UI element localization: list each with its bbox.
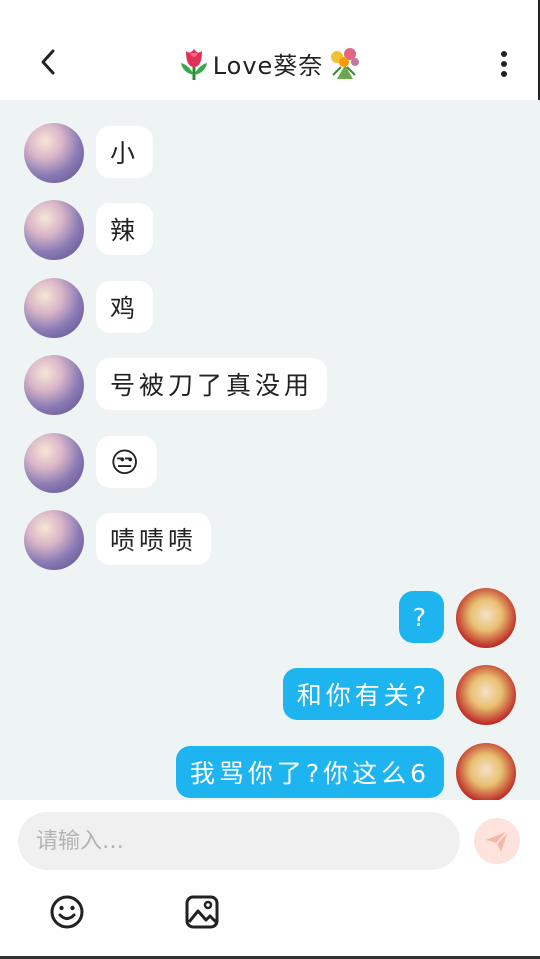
message-list[interactable]: 小 辣 鸡 号被刀了真没用 😒 啧啧啧 ? 和你有关? 我骂你了?你这么6 bbox=[0, 100, 540, 800]
emoji-button[interactable] bbox=[47, 892, 87, 932]
message-bubble[interactable]: 啧啧啧 bbox=[96, 513, 212, 565]
message-bubble[interactable]: ? bbox=[398, 591, 444, 643]
message-row: 啧啧啧 bbox=[0, 510, 540, 570]
message-bubble[interactable]: 😒 bbox=[96, 436, 158, 488]
composer-panel bbox=[0, 800, 540, 959]
image-button[interactable] bbox=[182, 892, 222, 932]
message-row: 号被刀了真没用 bbox=[0, 355, 540, 415]
send-icon bbox=[486, 830, 509, 852]
message-input[interactable] bbox=[18, 812, 460, 870]
message-row: 😒 bbox=[0, 433, 540, 493]
message-bubble[interactable]: 辣 bbox=[96, 203, 154, 255]
emoji-icon bbox=[50, 895, 84, 929]
contact-avatar[interactable] bbox=[24, 433, 84, 493]
user-avatar[interactable] bbox=[456, 743, 516, 800]
bouquet-emoji-icon bbox=[331, 48, 360, 79]
message-row: 辣 bbox=[0, 200, 540, 260]
more-vertical-icon bbox=[501, 51, 507, 77]
message-row: 小 bbox=[0, 123, 540, 183]
user-avatar[interactable] bbox=[456, 665, 516, 725]
user-avatar[interactable] bbox=[456, 588, 516, 648]
message-row: 鸡 bbox=[0, 278, 540, 338]
message-bubble[interactable]: 我骂你了?你这么6 bbox=[175, 746, 444, 798]
contact-avatar[interactable] bbox=[24, 510, 84, 570]
chat-header: Love葵奈 bbox=[0, 0, 540, 100]
message-row: 我骂你了?你这么6 bbox=[0, 743, 540, 800]
message-bubble[interactable]: 鸡 bbox=[96, 281, 154, 333]
message-bubble[interactable]: 和你有关? bbox=[282, 668, 444, 720]
message-row: ? bbox=[0, 588, 540, 648]
message-bubble[interactable]: 号被刀了真没用 bbox=[96, 358, 328, 410]
contact-avatar[interactable] bbox=[24, 355, 84, 415]
message-bubble[interactable]: 小 bbox=[96, 126, 154, 178]
more-options-button[interactable] bbox=[486, 44, 522, 84]
contact-avatar[interactable] bbox=[24, 278, 84, 338]
message-row: 和你有关? bbox=[0, 665, 540, 725]
chat-title: Love葵奈 bbox=[0, 40, 540, 86]
contact-avatar[interactable] bbox=[24, 200, 84, 260]
send-button[interactable] bbox=[474, 818, 520, 864]
contact-avatar[interactable] bbox=[24, 123, 84, 183]
tulip-emoji-icon bbox=[180, 49, 207, 80]
chat-title-text: Love葵奈 bbox=[212, 51, 324, 80]
image-icon bbox=[185, 895, 219, 929]
